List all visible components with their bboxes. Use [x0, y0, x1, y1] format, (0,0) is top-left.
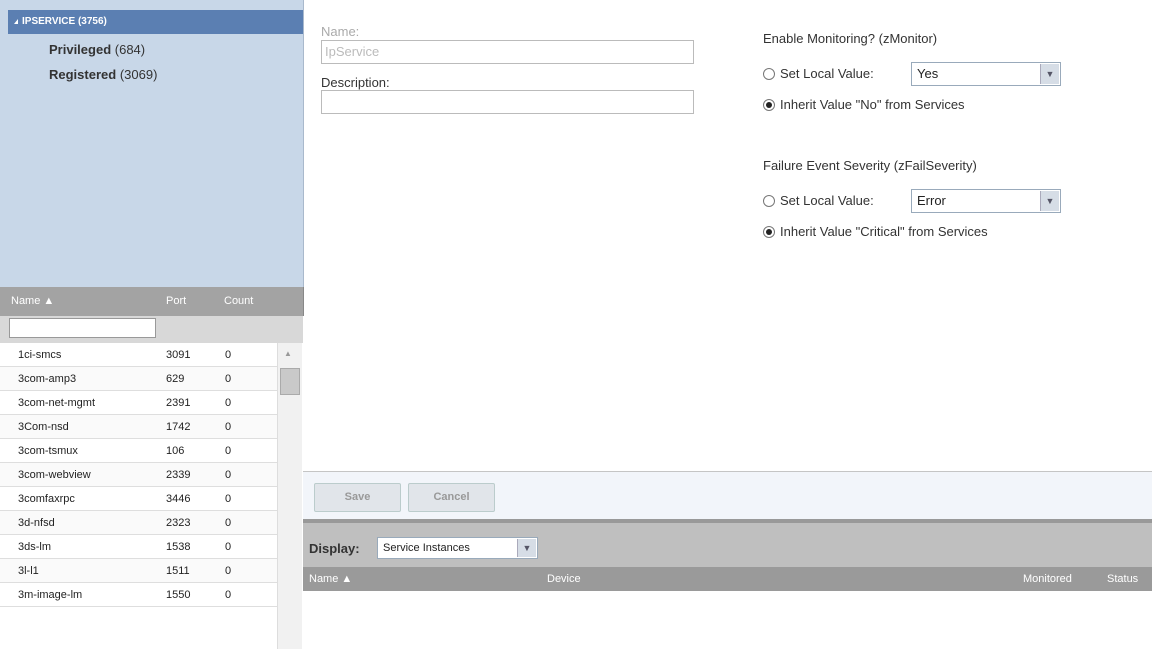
- severity-value-select[interactable]: Error ▼: [911, 189, 1061, 213]
- chevron-down-icon[interactable]: ▼: [1040, 191, 1059, 211]
- tree-node-registered[interactable]: Registered (3069): [49, 67, 157, 82]
- chevron-down-icon[interactable]: ▼: [517, 539, 536, 557]
- tree-node-count: (3069): [119, 67, 158, 82]
- save-button[interactable]: Save: [314, 483, 401, 512]
- cell-port: 1550: [166, 589, 191, 601]
- cell-name: 3l-l1: [18, 565, 39, 577]
- tree-node-label: Privileged: [49, 42, 112, 57]
- table-row[interactable]: 3com-net-mgmt 2391 0: [0, 391, 277, 415]
- monitor-inherit-label: Inherit Value "No" from Services: [780, 97, 965, 112]
- severity-inherit-label: Inherit Value "Critical" from Services: [780, 224, 988, 239]
- cell-name: 3ds-lm: [18, 541, 52, 553]
- column-header-name[interactable]: Name ▲: [309, 573, 352, 585]
- severity-set-local-label: Set Local Value:: [780, 193, 874, 208]
- column-header-port[interactable]: Port: [166, 295, 186, 307]
- grid-scrollbar[interactable]: ▲: [277, 343, 302, 649]
- monitor-inherit-radio[interactable]: [763, 99, 775, 111]
- column-header-monitored[interactable]: Monitored: [1023, 573, 1072, 585]
- cell-count: 0: [225, 397, 232, 409]
- cell-port: 106: [166, 445, 185, 457]
- scroll-up-icon[interactable]: ▲: [284, 349, 292, 358]
- form-button-bar: Save Cancel: [303, 471, 1152, 520]
- scrollbar-thumb[interactable]: [280, 368, 300, 395]
- cell-port: 2323: [166, 517, 191, 529]
- column-header-count[interactable]: Count: [224, 295, 253, 307]
- cell-port: 629: [166, 373, 185, 385]
- cell-port: 1538: [166, 541, 191, 553]
- cell-count: 0: [225, 565, 232, 577]
- table-row[interactable]: 3l-l1 1511 0: [0, 559, 277, 583]
- name-filter-input[interactable]: [9, 318, 156, 338]
- select-value: Yes: [917, 66, 939, 81]
- tree-node-privileged[interactable]: Privileged (684): [49, 42, 145, 57]
- cell-count: 0: [225, 349, 232, 361]
- cell-count: 0: [225, 541, 232, 553]
- cell-count: 0: [225, 469, 232, 481]
- display-select[interactable]: Service Instances ▼: [377, 537, 538, 559]
- table-row[interactable]: 3d-nfsd 2323 0: [0, 511, 277, 535]
- tree-node-label: Registered: [49, 67, 117, 82]
- display-label: Display:: [309, 541, 360, 556]
- cell-port: 1742: [166, 421, 191, 433]
- tree-root-label: IPSERVICE (3756): [22, 16, 107, 27]
- monitor-set-local-radio[interactable]: [763, 68, 775, 80]
- tree-node-count: (684): [114, 42, 146, 57]
- cell-port: 2391: [166, 397, 191, 409]
- display-toolbar: Display: Service Instances ▼: [303, 519, 1152, 567]
- cell-count: 0: [225, 421, 232, 433]
- service-class-tree: IPSERVICE (3756) Privileged (684) Regist…: [0, 0, 304, 287]
- table-row[interactable]: 3Com-nsd 1742 0: [0, 415, 277, 439]
- column-header-status[interactable]: Status: [1107, 573, 1138, 585]
- table-row[interactable]: 3com-tsmux 106 0: [0, 439, 277, 463]
- name-label: Name:: [321, 24, 360, 39]
- cell-count: 0: [225, 373, 232, 385]
- grid-filter-row: [0, 316, 303, 343]
- cell-name: 3com-tsmux: [18, 445, 78, 457]
- cell-count: 0: [225, 589, 232, 601]
- cell-port: 2339: [166, 469, 191, 481]
- cell-name: 3com-amp3: [18, 373, 77, 385]
- monitor-set-local-label: Set Local Value:: [780, 66, 874, 81]
- cell-port: 3446: [166, 493, 191, 505]
- cell-name: 3m-image-lm: [18, 589, 83, 601]
- select-value: Error: [917, 193, 946, 208]
- severity-title: Failure Event Severity (zFailSeverity): [763, 158, 977, 173]
- cell-name: 3d-nfsd: [18, 517, 55, 529]
- monitor-title: Enable Monitoring? (zMonitor): [763, 31, 938, 46]
- cell-name: 3com-webview: [18, 469, 91, 481]
- cell-name: 3comfaxrpc: [18, 493, 75, 505]
- tree-node-ipservice[interactable]: IPSERVICE (3756): [8, 10, 303, 34]
- table-row[interactable]: 3ds-lm 1538 0: [0, 535, 277, 559]
- expand-triangle-icon[interactable]: [14, 19, 18, 24]
- cell-name: 3Com-nsd: [18, 421, 69, 433]
- cell-count: 0: [225, 445, 232, 457]
- cell-port: 3091: [166, 349, 191, 361]
- cell-port: 1511: [166, 565, 190, 577]
- cell-name: 1ci-smcs: [18, 349, 62, 361]
- description-field[interactable]: [321, 90, 694, 114]
- cell-count: 0: [225, 517, 232, 529]
- instances-grid-header: Name ▲ Device Monitored Status: [303, 567, 1152, 591]
- service-grid-header: Name ▲ Port Count: [0, 287, 304, 316]
- cell-name: 3com-net-mgmt: [18, 397, 96, 409]
- name-field[interactable]: IpService: [321, 40, 694, 64]
- service-grid-rows: 1ci-smcs 3091 0 3com-amp3 629 0 3com-net-mgmt 2…: [0, 343, 277, 607]
- chevron-down-icon[interactable]: ▼: [1040, 64, 1059, 84]
- severity-inherit-radio[interactable]: [763, 226, 775, 238]
- monitor-value-select[interactable]: Yes ▼: [911, 62, 1061, 86]
- select-value: Service Instances: [383, 542, 470, 554]
- column-header-device[interactable]: Device: [547, 573, 581, 585]
- severity-set-local-radio[interactable]: [763, 195, 775, 207]
- table-row[interactable]: 3m-image-lm 1550 0: [0, 583, 277, 607]
- table-row[interactable]: 3com-amp3 629 0: [0, 367, 277, 391]
- column-header-name[interactable]: Name ▲: [11, 295, 54, 307]
- table-row[interactable]: 3comfaxrpc 3446 0: [0, 487, 277, 511]
- cell-count: 0: [225, 493, 232, 505]
- cancel-button[interactable]: Cancel: [408, 483, 495, 512]
- description-label: Description:: [321, 75, 390, 90]
- table-row[interactable]: 1ci-smcs 3091 0: [0, 343, 277, 367]
- table-row[interactable]: 3com-webview 2339 0: [0, 463, 277, 487]
